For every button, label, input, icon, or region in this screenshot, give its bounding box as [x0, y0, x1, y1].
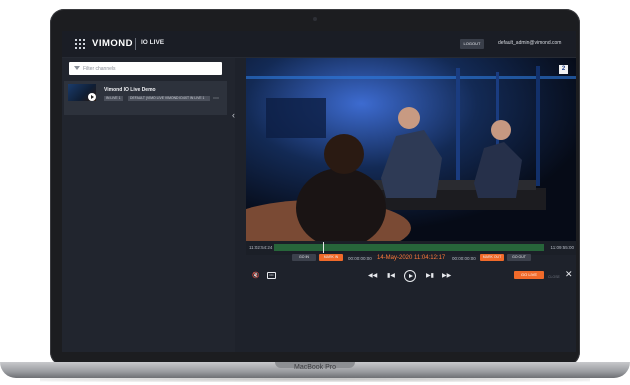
go-in-button[interactable]: GO IN [292, 254, 316, 261]
go-live-button[interactable]: GO LIVE [514, 271, 544, 279]
timeline-start-time: 11:02:54:24 [249, 245, 273, 250]
logo-divider [135, 38, 136, 50]
more-options-icon[interactable]: ⋯ [213, 95, 219, 102]
product-name: IO LIVE [141, 39, 165, 46]
filter-channels-input[interactable] [83, 62, 219, 75]
channel-list-item[interactable]: Vimond IO Live Demo IN LIVE 1 DEFAULT (V… [64, 81, 227, 115]
player-controls: 🔇 CC ◀◀ ▮◀ ▶▮ ▶▶ GO LIVE CLOSE ✕ [246, 267, 576, 287]
video-player[interactable]: 2 [246, 58, 576, 241]
close-icon[interactable]: ✕ [565, 269, 573, 280]
logout-button[interactable]: LOGOUT [460, 39, 484, 49]
out-timecode: 00:00:00:00 [452, 256, 476, 261]
channel-tag-primary: IN LIVE 1 [104, 96, 123, 101]
mute-icon[interactable]: 🔇 [252, 272, 259, 280]
timeline-playhead[interactable] [322, 242, 324, 253]
filter-box [69, 62, 222, 75]
brand-logo[interactable]: VIMOND [92, 38, 133, 49]
mark-row: GO IN MARK IN 00:00:00:00 14-May-2020 11… [246, 254, 576, 266]
collapse-chevron-icon[interactable]: ‹ [232, 110, 235, 120]
current-datetime: 14-May-2020 11:04:12:17 [377, 255, 446, 261]
app-header: VIMOND IO LIVE LOGOUT default_admin@vimo… [62, 31, 576, 58]
close-label: CLOSE [548, 275, 560, 279]
laptop-model-label: MacBook Pro [293, 364, 337, 371]
in-timecode: 00:00:00:00 [348, 256, 372, 261]
timeline[interactable]: 11:02:54:24 11:09:55:00 [246, 241, 576, 255]
play-icon[interactable] [88, 93, 96, 101]
step-forward-icon[interactable]: ▶▮ [426, 272, 434, 280]
webcam [313, 17, 317, 21]
timeline-track[interactable] [274, 244, 544, 251]
apps-grid-icon[interactable] [75, 39, 85, 49]
mark-in-button[interactable]: MARK IN [319, 254, 343, 261]
timeline-end-time: 11:09:55:00 [550, 245, 574, 250]
channel-sidebar: Vimond IO Live Demo IN LIVE 1 DEFAULT (V… [62, 58, 235, 352]
app-screen: VIMOND IO LIVE LOGOUT default_admin@vimo… [62, 31, 576, 352]
video-frame [246, 58, 576, 241]
mark-out-button[interactable]: MARK OUT [480, 254, 504, 261]
play-pause-icon[interactable] [404, 270, 416, 282]
step-back-icon[interactable]: ▮◀ [387, 272, 395, 280]
channel-tag-secondary: DEFAULT (VIMO LIVE VIMOND ID4XT IN LIVE … [128, 96, 210, 101]
rewind-icon[interactable]: ◀◀ [368, 272, 377, 280]
user-email: default_admin@vimond.com [498, 40, 562, 46]
go-out-button[interactable]: GO OUT [507, 254, 531, 261]
captions-icon[interactable]: CC [267, 272, 276, 279]
channel-badge: 2 [559, 65, 568, 74]
channel-name: Vimond IO Live Demo [104, 87, 156, 93]
filter-icon [74, 66, 80, 70]
fast-forward-icon[interactable]: ▶▶ [442, 272, 451, 280]
